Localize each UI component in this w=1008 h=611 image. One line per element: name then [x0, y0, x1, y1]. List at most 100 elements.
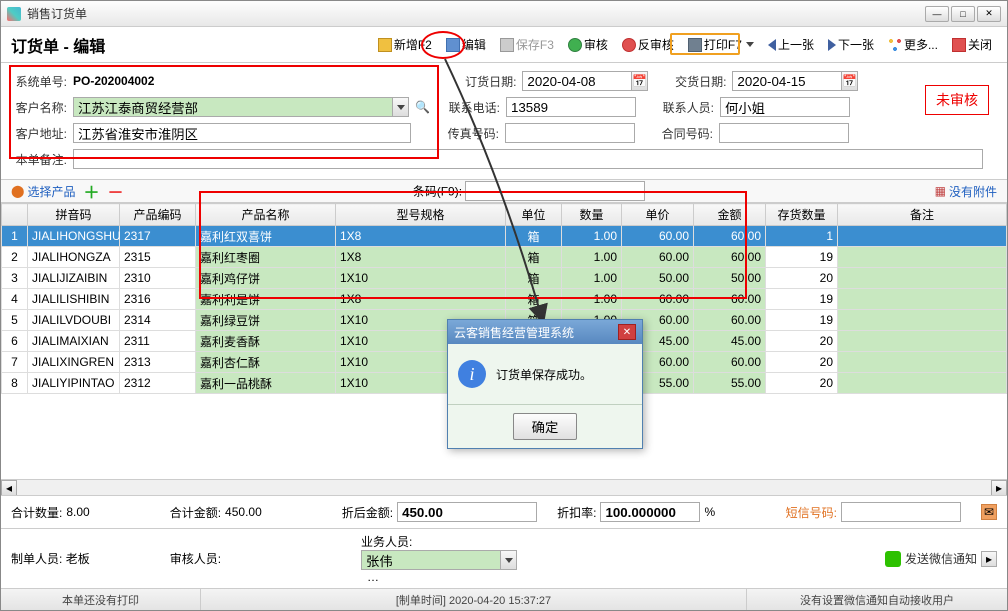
cell[interactable]: 1X8 [336, 289, 506, 310]
remove-row-button[interactable]: － [107, 179, 123, 203]
cell[interactable]: 2313 [120, 352, 196, 373]
cell[interactable] [838, 226, 1007, 247]
cell[interactable]: 1.00 [562, 226, 622, 247]
table-row[interactable]: 4JIALILISHIBIN2316嘉利利是饼1X8箱1.0060.0060.0… [2, 289, 1007, 310]
cell[interactable]: 19 [766, 289, 838, 310]
cell[interactable]: 2314 [120, 310, 196, 331]
h-scrollbar[interactable]: ◂ ▸ [1, 479, 1007, 495]
no-attach-link[interactable]: ▦没有附件 [935, 183, 997, 200]
cell[interactable]: 60.00 [694, 310, 766, 331]
col-header[interactable]: 单位 [506, 204, 562, 226]
cell[interactable]: 55.00 [694, 373, 766, 394]
cell[interactable]: 20 [766, 373, 838, 394]
minimize-button[interactable]: — [925, 6, 949, 22]
select-product-link[interactable]: ⬤选择产品 [11, 183, 75, 200]
remark-input[interactable] [73, 149, 983, 169]
cell[interactable]: 60.00 [622, 289, 694, 310]
fax-input[interactable] [505, 123, 635, 143]
cell[interactable]: JIALIJIZAIBIN [28, 268, 120, 289]
cell[interactable]: 箱 [506, 268, 562, 289]
deliv-date-input[interactable] [732, 71, 842, 91]
cell[interactable]: 1X8 [336, 247, 506, 268]
cell[interactable] [838, 352, 1007, 373]
barcode-input[interactable] [465, 181, 645, 201]
close-button[interactable]: 关闭 [947, 34, 997, 55]
cell[interactable]: 1X10 [336, 268, 506, 289]
cust-search-icon[interactable]: 🔍 [415, 100, 430, 114]
deliv-date-picker[interactable]: 📅 [842, 71, 858, 91]
prev-button[interactable]: 上一张 [763, 34, 819, 55]
cell[interactable]: 4 [2, 289, 28, 310]
maximize-button[interactable]: □ [951, 6, 975, 22]
cell[interactable]: 60.00 [694, 289, 766, 310]
col-header[interactable]: 金额 [694, 204, 766, 226]
cust-name-input[interactable] [73, 97, 393, 117]
cell[interactable]: JIALIMAIXIAN [28, 331, 120, 352]
cell[interactable]: 2312 [120, 373, 196, 394]
more-button[interactable]: 更多... [883, 34, 943, 55]
cell[interactable]: 60.00 [694, 352, 766, 373]
cell[interactable]: 2311 [120, 331, 196, 352]
cell[interactable]: 2310 [120, 268, 196, 289]
close-window-button[interactable]: ✕ [977, 6, 1001, 22]
col-header[interactable]: 型号规格 [336, 204, 506, 226]
cell[interactable]: 45.00 [694, 331, 766, 352]
cell[interactable]: 60.00 [694, 226, 766, 247]
cell[interactable]: 50.00 [694, 268, 766, 289]
cell[interactable]: 1.00 [562, 247, 622, 268]
cell[interactable]: JIALIXINGREN [28, 352, 120, 373]
cell[interactable]: 19 [766, 247, 838, 268]
cell[interactable]: 嘉利一品桃酥 [196, 373, 336, 394]
cell[interactable]: 20 [766, 352, 838, 373]
edit-button[interactable]: 编辑 [441, 34, 491, 55]
disc-rate-input[interactable] [600, 502, 700, 522]
contact-input[interactable] [720, 97, 850, 117]
add-row-button[interactable]: ＋ [83, 179, 99, 203]
cust-name-dropdown[interactable] [393, 97, 409, 117]
sms-send-button[interactable]: ✉ [981, 504, 997, 520]
cell[interactable]: 60.00 [694, 247, 766, 268]
cell[interactable]: 19 [766, 310, 838, 331]
col-header[interactable]: 拼音码 [28, 204, 120, 226]
cell[interactable]: 50.00 [622, 268, 694, 289]
wechat-notify-link[interactable]: 发送微信通知 [905, 550, 977, 567]
wechat-send-button[interactable]: ▸ [981, 551, 997, 567]
cell[interactable]: 1.00 [562, 268, 622, 289]
table-row[interactable]: 3JIALIJIZAIBIN2310嘉利鸡仔饼1X10箱1.0050.0050.… [2, 268, 1007, 289]
col-header[interactable]: 单价 [622, 204, 694, 226]
cell[interactable]: 箱 [506, 226, 562, 247]
cell[interactable]: JIALIHONGZA [28, 247, 120, 268]
cell[interactable]: 60.00 [622, 247, 694, 268]
scroll-left-button[interactable]: ◂ [1, 480, 17, 496]
cell[interactable]: 箱 [506, 289, 562, 310]
col-header[interactable]: 备注 [838, 204, 1007, 226]
scroll-right-button[interactable]: ▸ [991, 480, 1007, 496]
cell[interactable] [838, 289, 1007, 310]
col-header[interactable]: 数量 [562, 204, 622, 226]
cell[interactable]: 嘉利红双喜饼 [196, 226, 336, 247]
contract-input[interactable] [719, 123, 849, 143]
cell[interactable]: 1 [2, 226, 28, 247]
cell[interactable]: 6 [2, 331, 28, 352]
col-header[interactable] [2, 204, 28, 226]
cell[interactable]: 20 [766, 331, 838, 352]
col-header[interactable]: 产品编码 [120, 204, 196, 226]
cell[interactable]: 2316 [120, 289, 196, 310]
cell[interactable] [838, 310, 1007, 331]
sales-input[interactable] [361, 550, 501, 570]
cell[interactable]: 7 [2, 352, 28, 373]
cust-addr-input[interactable] [73, 123, 411, 143]
cell[interactable]: 20 [766, 268, 838, 289]
sms-input[interactable] [841, 502, 961, 522]
cell[interactable] [838, 373, 1007, 394]
cell[interactable]: JIALIYIPINTAO [28, 373, 120, 394]
cell[interactable]: 嘉利杏仁酥 [196, 352, 336, 373]
cell[interactable]: 箱 [506, 247, 562, 268]
cell[interactable]: 嘉利红枣圈 [196, 247, 336, 268]
phone-input[interactable] [506, 97, 636, 117]
sales-dropdown[interactable] [501, 550, 517, 570]
col-header[interactable]: 产品名称 [196, 204, 336, 226]
cell[interactable]: 嘉利绿豆饼 [196, 310, 336, 331]
cell[interactable]: 2315 [120, 247, 196, 268]
cell[interactable]: 2317 [120, 226, 196, 247]
